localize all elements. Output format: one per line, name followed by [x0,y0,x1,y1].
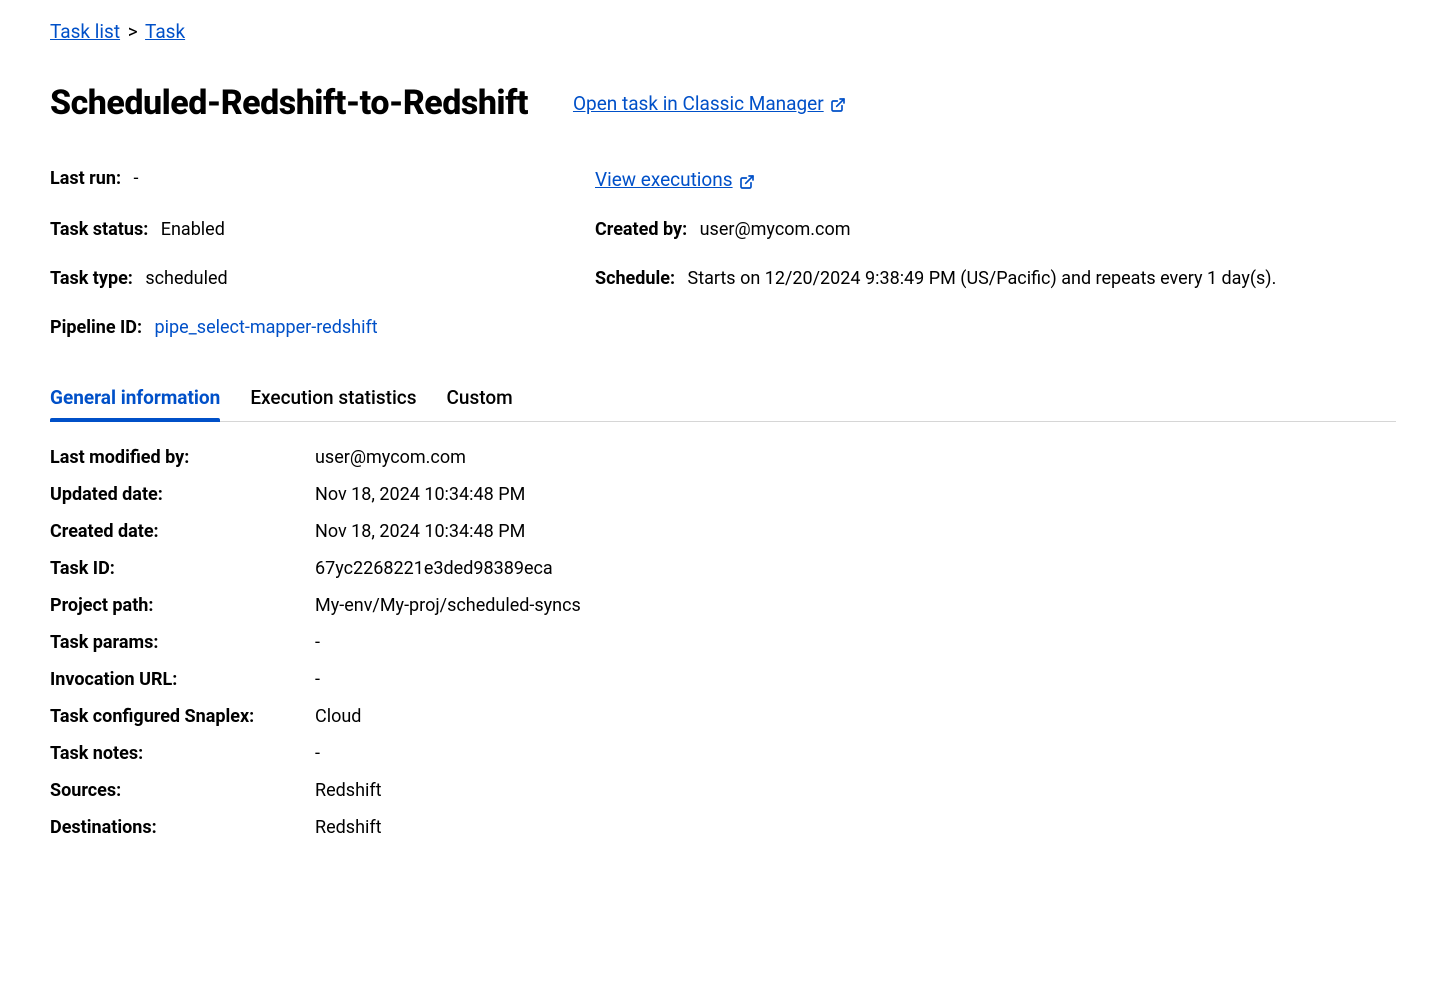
task-notes-label: Task notes: [50,743,315,764]
detail-list: Last modified by: user@mycom.com Updated… [50,447,1396,838]
task-notes-value: - [315,743,1396,764]
project-path-value: My-env/My-proj/scheduled-syncs [315,595,1396,616]
sources-value: Redshift [315,780,1396,801]
last-modified-by-value: user@mycom.com [315,447,1396,468]
breadcrumb: Task list > Task [50,20,1396,43]
title-row: Scheduled-Redshift-to-Redshift Open task… [50,83,1396,123]
last-run: Last run: - [50,168,595,191]
destinations-value: Redshift [315,817,1396,838]
task-params-value: - [315,632,1396,653]
open-classic-link[interactable]: Open task in Classic Manager [573,92,846,115]
tabs: General information Execution statistics… [50,378,1396,422]
view-executions-wrap: View executions [595,168,1396,191]
external-link-icon [739,172,755,188]
updated-date-label: Updated date: [50,484,315,505]
schedule: Schedule: Starts on 12/20/2024 9:38:49 P… [595,268,1396,289]
breadcrumb-separator: > [128,20,138,43]
external-link-icon [830,95,846,111]
task-status-value: Enabled [161,219,225,240]
breadcrumb-task[interactable]: Task [145,20,185,43]
task-type-label: Task type: [50,268,133,289]
task-id-value: 67yc2268221e3ded98389eca [315,558,1396,579]
open-classic-label: Open task in Classic Manager [573,92,824,115]
breadcrumb-task-list[interactable]: Task list [50,20,120,43]
task-id-label: Task ID: [50,558,315,579]
schedule-label: Schedule: [595,268,675,289]
tab-general-information[interactable]: General information [50,378,220,421]
pipeline-id: Pipeline ID: pipe_select-mapper-redshift [50,317,595,338]
created-date-label: Created date: [50,521,315,542]
schedule-value: Starts on 12/20/2024 9:38:49 PM (US/Paci… [688,268,1277,289]
view-executions-label: View executions [595,168,733,191]
task-status-label: Task status: [50,219,148,240]
invocation-url-value: - [315,669,1396,690]
snaplex-value: Cloud [315,706,1396,727]
pipeline-id-label: Pipeline ID: [50,317,142,338]
tab-execution-statistics[interactable]: Execution statistics [250,378,416,421]
destinations-label: Destinations: [50,817,315,838]
created-by-label: Created by: [595,219,687,240]
empty-cell [595,317,1396,338]
pipeline-id-value[interactable]: pipe_select-mapper-redshift [155,317,378,338]
project-path-label: Project path: [50,595,315,616]
task-status: Task status: Enabled [50,219,595,240]
view-executions-link[interactable]: View executions [595,168,755,191]
sources-label: Sources: [50,780,315,801]
last-run-value: - [133,168,138,189]
invocation-url-label: Invocation URL: [50,669,315,690]
created-date-value: Nov 18, 2024 10:34:48 PM [315,521,1396,542]
page-title: Scheduled-Redshift-to-Redshift [50,83,528,123]
task-params-label: Task params: [50,632,315,653]
task-type-value: scheduled [145,268,227,289]
created-by-value: user@mycom.com [700,219,851,240]
summary-grid: Last run: - View executions Task status:… [50,168,1396,338]
last-run-label: Last run: [50,168,121,189]
snaplex-label: Task configured Snaplex: [50,706,315,727]
updated-date-value: Nov 18, 2024 10:34:48 PM [315,484,1396,505]
task-type: Task type: scheduled [50,268,595,289]
last-modified-by-label: Last modified by: [50,447,315,468]
tab-custom[interactable]: Custom [447,378,513,421]
created-by: Created by: user@mycom.com [595,219,1396,240]
